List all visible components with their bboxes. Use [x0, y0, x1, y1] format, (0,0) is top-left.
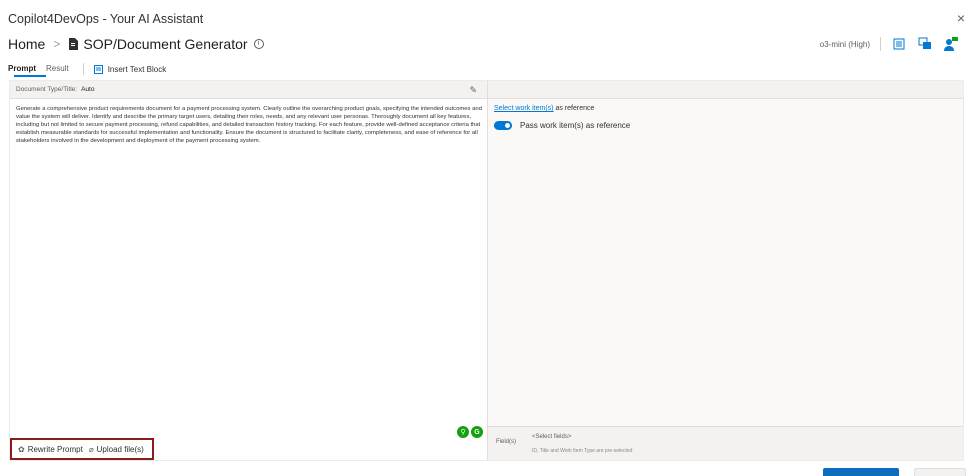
prompt-textarea[interactable]: Generate a comprehensive product require… [16, 105, 482, 145]
tab-divider [82, 63, 84, 75]
reference-pane: Select work item(s) as reference Pass wo… [488, 81, 963, 460]
insert-text-block-label: Insert Text Block [107, 64, 167, 74]
tab-prompt[interactable]: Prompt [8, 64, 36, 75]
main-panel: Document Type/Title: Auto ✎ Generate a c… [9, 80, 964, 461]
document-icon [69, 38, 79, 50]
select-work-items: Select work item(s) as reference [494, 105, 594, 112]
location-pin-icon[interactable]: ⚲ [457, 426, 469, 438]
edit-pencil-icon[interactable]: ✎ [469, 85, 477, 96]
reference-header [488, 81, 963, 99]
insert-block-icon [93, 64, 103, 74]
breadcrumb: Home > SOP/Document Generator i [8, 36, 264, 52]
document-type-row: Document Type/Title: Auto ✎ [10, 81, 487, 99]
grammarly-icon[interactable]: G [471, 426, 483, 438]
generate-button[interactable] [823, 468, 899, 476]
tab-bar: Prompt Result Insert Text Block [8, 62, 167, 77]
toolbar-divider [880, 37, 881, 51]
rewrite-prompt-button[interactable]: ✿ Rewrite Prompt [18, 445, 83, 454]
close-icon[interactable]: × [957, 10, 965, 26]
info-icon[interactable]: i [253, 39, 264, 49]
upload-files-label: Upload file(s) [96, 444, 144, 454]
cancel-button[interactable] [914, 468, 966, 476]
settings-list-icon[interactable] [891, 36, 907, 52]
fields-label: Field(s) [496, 439, 517, 445]
document-type-label: Document Type/Title: [16, 86, 78, 93]
breadcrumb-separator: > [53, 37, 61, 51]
toolbar: o3-mini (High) [820, 36, 959, 52]
active-tab-indicator [14, 75, 46, 77]
fields-selector: Field(s) <Select fields> ID, Title and W… [488, 426, 963, 460]
user-feedback-icon[interactable] [943, 36, 959, 52]
chat-translate-icon[interactable] [917, 36, 933, 52]
sparkle-icon: ✿ [18, 444, 25, 454]
pass-work-items-label: Pass work item(s) as reference [520, 121, 631, 130]
upload-files-button[interactable]: ⌀ Upload file(s) [89, 445, 144, 454]
select-work-items-suffix: as reference [555, 105, 595, 112]
document-type-value[interactable]: Auto [81, 86, 94, 93]
select-work-items-link[interactable]: Select work item(s) [494, 105, 554, 112]
prompt-actions: ✿ Rewrite Prompt ⌀ Upload file(s) [10, 438, 154, 460]
insert-text-block-button[interactable]: Insert Text Block [93, 64, 167, 74]
tab-result[interactable]: Result [46, 64, 69, 75]
page-title: SOP/Document Generator [83, 36, 248, 52]
pass-work-items-toggle[interactable] [494, 121, 512, 130]
pass-work-items-toggle-row: Pass work item(s) as reference [494, 121, 630, 130]
window-title: Copilot4DevOps - Your AI Assistant [8, 12, 204, 26]
attachment-icon: ⌀ [88, 444, 94, 454]
rewrite-prompt-label: Rewrite Prompt [27, 444, 83, 454]
writing-assist-icons: ⚲ G [457, 426, 483, 438]
breadcrumb-home[interactable]: Home [8, 36, 45, 52]
fields-dropdown[interactable]: <Select fields> [532, 434, 571, 440]
prompt-pane: Document Type/Title: Auto ✎ Generate a c… [10, 81, 488, 460]
fields-note: ID, Title and Work Item Type are pre-sel… [532, 448, 633, 454]
model-selector[interactable]: o3-mini (High) [820, 40, 870, 49]
